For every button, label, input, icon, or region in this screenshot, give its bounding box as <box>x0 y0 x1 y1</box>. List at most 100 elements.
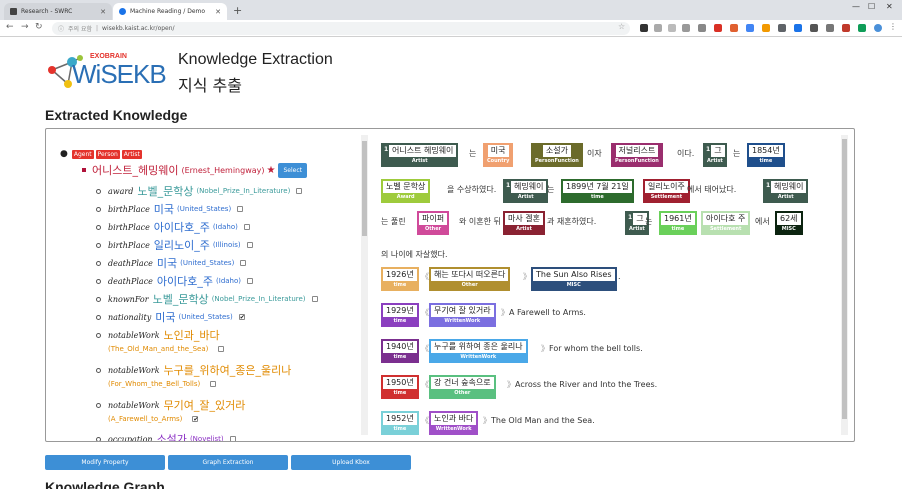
extension-icon[interactable] <box>730 24 738 32</box>
property-checkbox[interactable] <box>243 224 250 230</box>
property-checkbox[interactable] <box>296 188 303 194</box>
property-checkbox[interactable] <box>246 242 253 248</box>
entity-token[interactable]: 1952년 time <box>381 411 419 435</box>
entity-token[interactable]: 1 그 Artist <box>703 143 727 167</box>
property-checkbox[interactable]: ✔ <box>192 416 198 423</box>
back-icon[interactable]: ← <box>6 22 14 32</box>
property-checkbox[interactable] <box>311 296 318 302</box>
entity-token[interactable]: 1 어니스트 헤밍웨이 Artist <box>381 143 459 167</box>
info-icon[interactable]: ⓘ <box>58 24 64 33</box>
entity-token[interactable]: 노인과 바다 WrittenWork <box>429 411 479 435</box>
address-bar[interactable]: ⓘ 주의 요함 | wisekb.kaist.ac.kr/open/ <box>52 22 630 35</box>
predicate-name: notableWork <box>108 365 160 375</box>
extension-icon[interactable] <box>654 24 662 32</box>
entity-name[interactable]: 어니스트_헤밍웨이 <box>92 162 178 178</box>
entity-token[interactable]: 무기여 잘 있거라 WrittenWork <box>429 303 496 327</box>
knowledge-tree[interactable]: ● Agent Person Artist 어니스트_헤밍웨이 (Ernest_… <box>46 129 371 441</box>
extension-icon[interactable] <box>826 24 834 32</box>
entity-token[interactable]: 1940년 time <box>381 339 419 363</box>
text-scrollbar[interactable] <box>841 135 848 435</box>
property-checkbox[interactable]: ✔ <box>238 314 245 321</box>
star-icon[interactable]: ★ <box>267 165 276 176</box>
extension-icon[interactable] <box>858 24 866 32</box>
object-value[interactable]: 미국 <box>154 201 174 217</box>
graph-extraction-button[interactable]: Graph Extraction <box>168 455 288 470</box>
reload-icon[interactable]: ↻ <box>35 22 43 32</box>
entity-token[interactable]: 1899년 7월 21일 time <box>561 179 634 203</box>
property-checkbox[interactable] <box>229 436 236 441</box>
object-value[interactable]: 미국 <box>157 255 177 271</box>
object-value[interactable]: 노벨_문학상 <box>153 291 209 307</box>
property-checkbox[interactable] <box>237 206 244 212</box>
extension-icon[interactable] <box>794 24 802 32</box>
entity-token[interactable]: 1 헤밍웨이 Artist <box>763 179 809 203</box>
tree-scrollbar[interactable] <box>361 135 368 435</box>
window-close-icon[interactable]: ✕ <box>886 2 893 11</box>
browser-tab-machine-reading[interactable]: Machine Reading / Demo ✕ <box>113 3 227 20</box>
property-checkbox[interactable] <box>218 346 225 352</box>
entity-token[interactable]: 1950년 time <box>381 375 419 399</box>
object-value[interactable]: 노인과_바다 <box>164 327 220 343</box>
extension-icon[interactable] <box>714 24 722 32</box>
entity-token[interactable]: 62세 MISC <box>775 211 803 235</box>
extension-icon[interactable] <box>640 24 648 32</box>
object-value[interactable]: 미국 <box>155 309 175 325</box>
select-button[interactable]: Select <box>278 162 307 178</box>
extension-icon[interactable] <box>810 24 818 32</box>
profile-avatar[interactable] <box>874 24 882 32</box>
object-value[interactable]: 아이다호_주 <box>154 219 210 235</box>
entity-token[interactable]: 해는 또다시 떠오른다 Other <box>429 267 511 291</box>
browser-tab-research[interactable]: Research - SWRC ✕ <box>4 3 112 20</box>
close-icon[interactable]: ✕ <box>215 8 221 16</box>
upload-kbox-button[interactable]: Upload Kbox <box>291 455 411 470</box>
entity-token[interactable]: 마사 겔혼 Artist <box>503 211 545 235</box>
bracket-glyph: 》 <box>501 308 509 317</box>
minimize-icon[interactable]: — <box>852 2 860 11</box>
entity-token[interactable]: 일리노이주 Settlement <box>643 179 690 203</box>
forward-icon[interactable]: → <box>21 22 29 32</box>
property-checkbox[interactable] <box>247 278 254 284</box>
property-checkbox[interactable] <box>210 381 217 387</box>
entity-token[interactable]: 1961년 time <box>659 211 697 235</box>
menu-icon[interactable]: ⋮ <box>889 22 897 31</box>
object-value[interactable]: 일리노이_주 <box>154 237 210 253</box>
entity-token[interactable]: The Sun Also Rises MISC <box>531 267 617 291</box>
scrollbar-thumb[interactable] <box>842 139 847 419</box>
entity-token[interactable]: 강 건너 숲속으로 Other <box>429 375 496 399</box>
object-value[interactable]: 누구를_위하여_종은_울리나 <box>164 362 292 378</box>
maximize-icon[interactable]: ☐ <box>868 2 875 11</box>
object-value[interactable]: 노벨_문학상 <box>137 183 193 199</box>
entity-token[interactable]: 소설가 PersonFunction <box>531 143 583 167</box>
entity-token[interactable]: 1926년 time <box>381 267 419 291</box>
entity-token[interactable]: 노벨 문학상 Award <box>381 179 431 203</box>
scrollbar-thumb[interactable] <box>362 141 367 236</box>
property-checkbox[interactable] <box>240 260 247 266</box>
type-tag[interactable]: Artist <box>121 149 142 159</box>
object-value[interactable]: 소설가 <box>157 431 187 441</box>
object-value[interactable]: 무기여_잘_있거라 <box>164 397 246 413</box>
entity-token[interactable]: 1 헤밍웨이 Artist <box>503 179 549 203</box>
entity-token[interactable]: 아이다호 주 Settlement <box>701 211 751 235</box>
entity-token[interactable]: 1929년 time <box>381 303 419 327</box>
type-tag[interactable]: Agent <box>71 149 94 159</box>
extension-icon[interactable] <box>698 24 706 32</box>
entity-token[interactable]: 저널리스트 PersonFunction <box>611 143 663 167</box>
extension-icon[interactable] <box>778 24 786 32</box>
extension-icon[interactable] <box>842 24 850 32</box>
entity-token[interactable]: 미국 Country <box>483 143 514 167</box>
entity-token[interactable]: 1854년 time <box>747 143 785 167</box>
object-value[interactable]: 아이다호_주 <box>157 273 213 289</box>
extension-icon[interactable] <box>668 24 676 32</box>
bracket-glyph: 《 <box>421 272 429 281</box>
new-tab-icon[interactable]: + <box>233 4 242 17</box>
extension-icon[interactable] <box>746 24 754 32</box>
extension-icon[interactable] <box>682 24 690 32</box>
bookmark-star-icon[interactable]: ☆ <box>618 22 626 31</box>
modify-property-button[interactable]: Modify Property <box>45 455 165 470</box>
object-id: (A_Farewell_to_Arms) <box>108 415 183 423</box>
entity-token[interactable]: 파이퍼 Other <box>417 211 450 235</box>
close-icon[interactable]: ✕ <box>100 8 106 16</box>
extension-icon[interactable] <box>762 24 770 32</box>
type-tag[interactable]: Person <box>95 149 120 159</box>
entity-token[interactable]: 누구를 위하여 종은 울리나 WrittenWork <box>429 339 528 363</box>
